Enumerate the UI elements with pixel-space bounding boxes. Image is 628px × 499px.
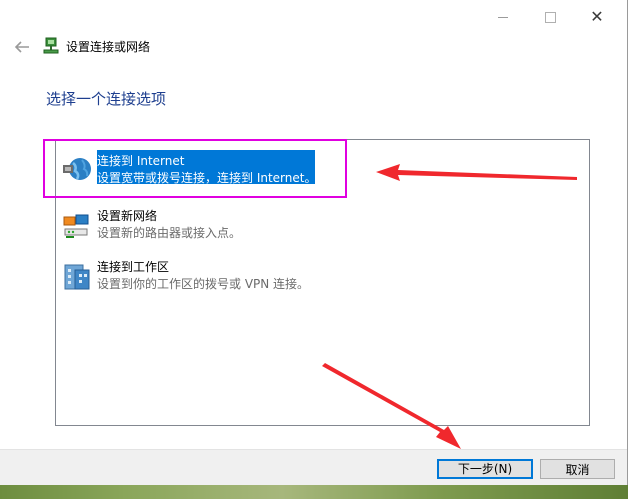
network-setup-icon — [42, 37, 60, 55]
option-description: 设置新的路由器或接入点。 — [97, 226, 242, 240]
close-icon: ✕ — [590, 7, 604, 26]
option-description: 设置到你的工作区的拨号或 VPN 连接。 — [97, 277, 310, 291]
minimize-icon — [498, 16, 508, 18]
instruction-heading: 选择一个连接选项 — [46, 90, 167, 108]
dialog-footer: 下一步(N) 取消 — [0, 449, 627, 486]
next-button[interactable]: 下一步(N) — [437, 459, 533, 479]
maximize-icon — [544, 11, 556, 23]
annotation-highlight-box — [43, 139, 347, 198]
option-connect-workplace[interactable]: 连接到工作区 设置到你的工作区的拨号或 VPN 连接。 — [56, 254, 589, 300]
desktop-background-strip — [0, 485, 628, 499]
minimize-button[interactable] — [480, 4, 526, 30]
close-button[interactable]: ✕ — [574, 4, 620, 30]
setup-connection-window: ✕ 设置连接或网络 选择一个连接选项 连接到 Internet 设置宽带或拨号连… — [0, 0, 628, 499]
back-arrow-icon — [14, 41, 29, 53]
back-button[interactable] — [12, 38, 32, 56]
router-setup-icon — [62, 209, 94, 241]
maximize-button[interactable] — [527, 4, 573, 30]
option-setup-network[interactable]: 设置新网络 设置新的路由器或接入点。 — [56, 203, 589, 249]
cancel-button[interactable]: 取消 — [540, 459, 615, 479]
option-title: 设置新网络 — [97, 209, 158, 223]
workplace-building-icon — [62, 260, 94, 292]
option-title: 连接到工作区 — [97, 260, 170, 274]
header-title: 设置连接或网络 — [66, 40, 151, 54]
